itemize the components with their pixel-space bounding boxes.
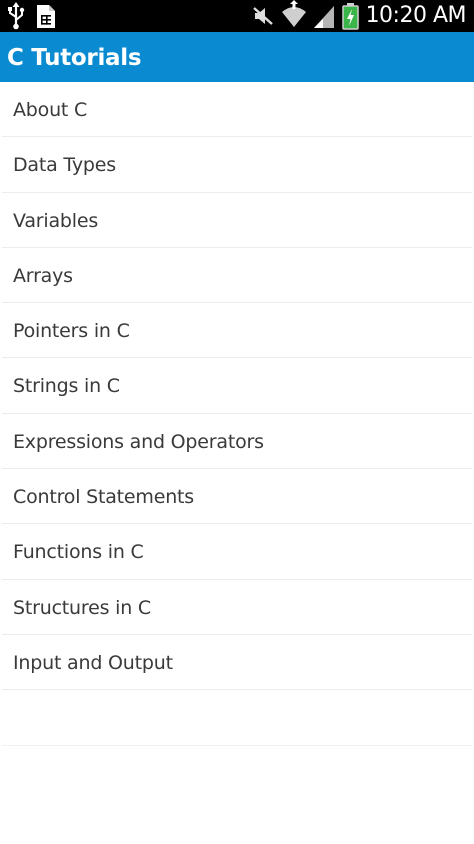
list-item-label: About C	[13, 99, 88, 121]
list-item-expressions[interactable]: Expressions and Operators	[2, 414, 472, 470]
topic-list: About C Data Types Variables Arrays Poin…	[0, 82, 474, 746]
action-bar: C Tutorials	[0, 32, 474, 82]
list-item-arrays[interactable]: Arrays	[2, 248, 472, 304]
list-item-strings[interactable]: Strings in C	[2, 358, 472, 414]
list-item-label: Functions in C	[13, 541, 144, 564]
list-item-label: Input and Output	[13, 651, 173, 674]
list-item-label: Variables	[13, 209, 99, 232]
wifi-icon	[282, 0, 306, 27]
list-item-label: Data Types	[13, 154, 116, 177]
list-item-functions[interactable]: Functions in C	[2, 524, 472, 580]
list-item-input-output[interactable]: Input and Output	[2, 635, 472, 691]
list-item-label: Expressions and Operators	[13, 430, 264, 453]
list-item-control-statements[interactable]: Control Statements	[2, 469, 472, 525]
status-time: 10:20 AM	[365, 3, 467, 28]
list-item-label: Control Statements	[13, 486, 195, 509]
signal-icon	[314, 6, 334, 28]
sd-card-icon	[37, 5, 55, 28]
list-item-label: Strings in C	[13, 375, 120, 398]
status-bar: 10:20 AM	[0, 0, 474, 32]
mute-icon	[253, 7, 273, 25]
list-item-data-types[interactable]: Data Types	[2, 137, 472, 193]
page-title: C Tutorials	[7, 45, 142, 71]
usb-icon	[8, 2, 25, 30]
list-item-label: Pointers in C	[13, 320, 130, 343]
list-item-structures[interactable]: Structures in C	[2, 580, 472, 635]
app-screen: 10:20 AM C Tutorials About C Data Types …	[0, 0, 474, 844]
battery-charging-icon	[342, 3, 359, 30]
list-empty-row	[2, 690, 472, 746]
list-item-label: Arrays	[13, 264, 73, 287]
list-item-variables[interactable]: Variables	[2, 193, 472, 248]
list-item-about-c[interactable]: About C	[2, 82, 472, 138]
list-item-label: Structures in C	[13, 596, 151, 619]
list-item-pointers[interactable]: Pointers in C	[2, 303, 472, 359]
